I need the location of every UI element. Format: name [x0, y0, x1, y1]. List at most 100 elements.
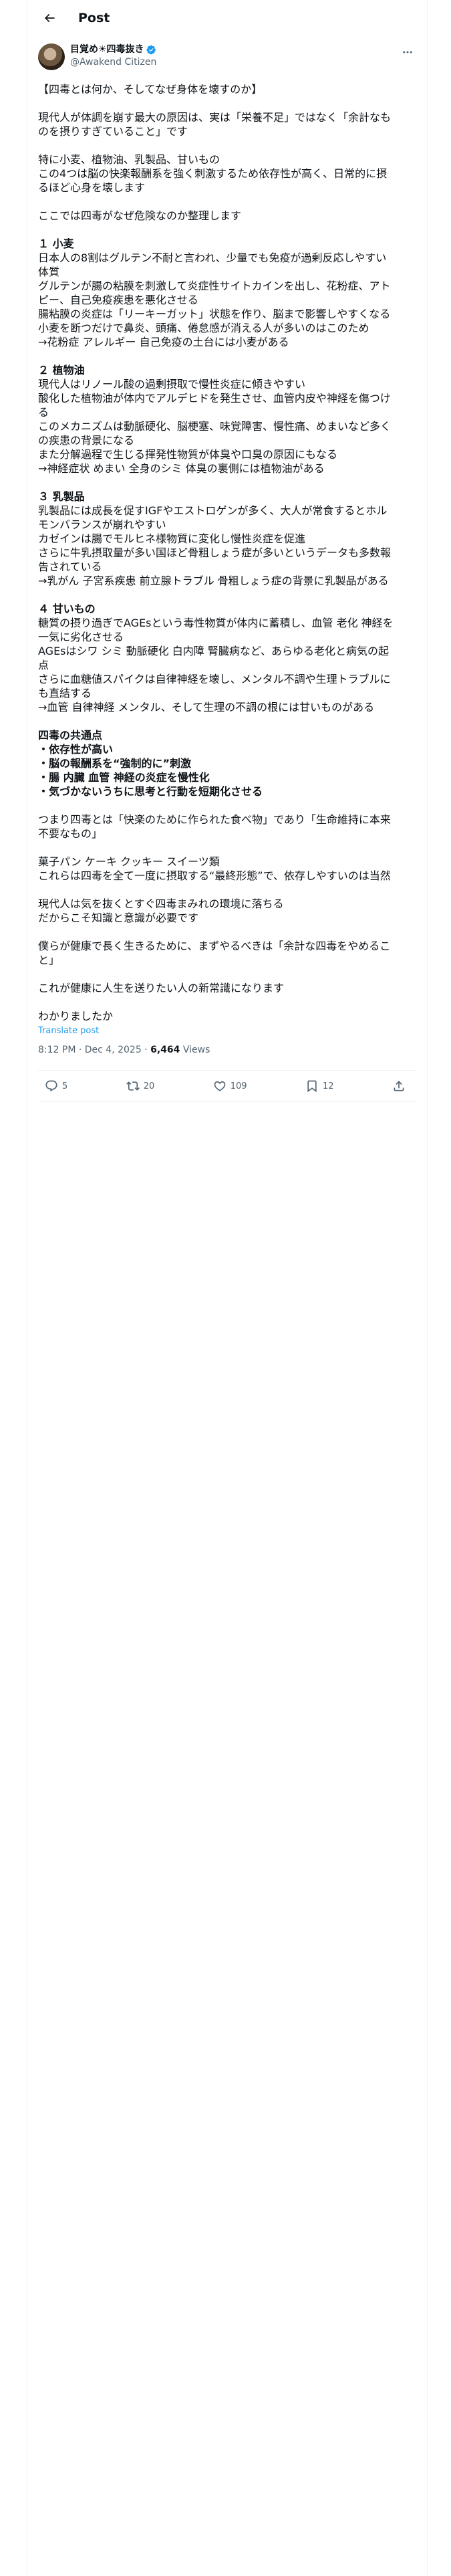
back-arrow-icon [44, 13, 55, 22]
post-text-line: また分解過程で生じる揮発性物質が体臭や口臭の原因にもなる [38, 448, 338, 461]
post-text-line [38, 925, 416, 939]
views-count: 6,464 [150, 1045, 180, 1055]
author-info: 目覚め☀︎四毒抜き @Awakend Citizen [70, 43, 399, 69]
share-button[interactable] [392, 1079, 410, 1093]
post-heading-line: ・気づかないうちに思考と行動を短期化させる [38, 785, 263, 798]
verified-badge-icon [146, 45, 156, 55]
back-button[interactable] [38, 7, 61, 29]
post-text-line [38, 96, 416, 110]
post-heading-line: １ 小麦 [38, 237, 74, 250]
post-text-line: 特に小麦、植物油、乳製品、甘いもの [38, 153, 220, 166]
post-text-line: の疾患の背景になる [38, 434, 135, 447]
post-meta: 8:12 PM · Dec 4, 2025 · 6,464 Views [27, 1038, 427, 1061]
post-text-line [38, 195, 416, 209]
author-row: 目覚め☀︎四毒抜き @Awakend Citizen [27, 35, 427, 77]
post-text-line: ピー、自己免疫疾患を悪化させる [38, 294, 198, 306]
post-text-line: 点 [38, 659, 49, 671]
bookmark-count: 12 [322, 1081, 334, 1091]
translate-post-link[interactable]: Translate post [27, 1023, 427, 1038]
bookmark-icon [307, 1080, 317, 1093]
reply-count: 5 [62, 1081, 68, 1091]
like-icon [214, 1081, 226, 1091]
post-text-line [38, 475, 416, 490]
post-heading-line: ２ 植物油 [38, 364, 85, 377]
post-text-line: グルテンが腸の粘膜を刺激して炎症性サイトカインを出し、花粉症、アト [38, 280, 391, 292]
post-heading-line: ・脳の報酬系を“強制的に”刺激 [38, 757, 192, 770]
post-heading-line: ４ 甘いもの [38, 603, 96, 615]
post-text-line: るほど心身を壊します [38, 181, 146, 194]
display-name-line: 目覚め☀︎四毒抜き [70, 43, 399, 56]
post-text-line: 【四毒とは何か、そしてなぜ身体を壊すのか】 [38, 83, 263, 96]
post-text-line: わかりましたか [38, 1010, 114, 1023]
post-text-line: →血管 自律神経 メンタル、そして生理の不調の根には甘いものがある [38, 701, 375, 714]
post-heading-line: ・依存性が高い [38, 743, 114, 756]
post-text-line: 腸粘膜の炎症は「リーキーガット」状態を作り、脳まで影響しやすくなる [38, 308, 391, 320]
repost-button[interactable]: 20 [126, 1079, 155, 1093]
share-icon [394, 1081, 404, 1091]
post-text-line: 小麦を断つだけで鼻炎、頭痛、倦怠感が消える人が多いのはこのため [38, 322, 369, 334]
post-text-line: だからこそ知識と意識が必要です [38, 911, 199, 924]
post-text-line [38, 714, 416, 728]
post-text-line [38, 588, 416, 602]
post-timestamp[interactable]: 8:12 PM · Dec 4, 2025 · [38, 1045, 150, 1055]
post-heading-line: ・腸 内臓 血管 神経の炎症を慢性化 [38, 771, 210, 784]
post-text-line: 乳製品には成長を促すIGFやエストロゲンが多く、大人が常食するとホル [38, 504, 388, 517]
post-text-line: る [38, 406, 49, 419]
post-text-line: モンバランスが崩れやすい [38, 518, 166, 531]
post-text-line: つまり四毒とは「快楽のために作られた食べ物」であり「生命維持に本来 [38, 813, 391, 826]
post-text-line: さらに血糖値スパイクは自律神経を壊し、メンタル不調や生理トラブルに [38, 673, 391, 685]
post-text-line: ここでは四毒がなぜ危険なのか整理します [38, 209, 242, 222]
avatar[interactable] [38, 43, 65, 70]
post-text-line: 現代人はリノール酸の過剰摂取で慢性炎症に傾きやすい [38, 378, 306, 391]
post-text-line [38, 995, 416, 1009]
post-text-line [38, 883, 416, 897]
post-text-line: 現代人は気を抜くとすぐ四毒まみれの環境に落ちる [38, 897, 284, 910]
post-text-line: AGEsはシワ シミ 動脈硬化 白内障 腎臓病など、あらゆる老化と病気の起 [38, 645, 390, 657]
reply-button[interactable]: 5 [45, 1079, 67, 1093]
post-text-line: のを摂りすぎていること」です [38, 125, 188, 138]
post-text-line: 僕らが健康で長く生きるために、まずやるべきは「余計な四毒をやめるこ [38, 940, 391, 952]
post-text-line: 告されている [38, 560, 102, 573]
post-text-line: 不要なもの」 [38, 827, 103, 840]
post-text-line: さらに牛乳摂取量が多い国ほど骨粗しょう症が多いというデータも多数報 [38, 546, 392, 559]
page-header: Post [27, 0, 427, 35]
post-heading-line: ３ 乳製品 [38, 490, 85, 503]
post-text-line: カゼインは腸でモルヒネ様物質に変化し慢性炎症を促進 [38, 532, 306, 545]
author-handle[interactable]: @Awakend Citizen [70, 56, 399, 69]
like-button[interactable]: 109 [213, 1079, 247, 1093]
display-name[interactable]: 目覚め☀︎四毒抜き [70, 43, 144, 56]
action-bar: 5 20 109 12 [38, 1070, 416, 1102]
repost-icon [126, 1081, 140, 1091]
page-title: Post [78, 10, 110, 25]
post-text-line: このメカニズムは動脈硬化、脳梗塞、味覚障害、慢性痛、めまいなど多く [38, 420, 392, 433]
post-text-line [38, 138, 416, 152]
post-text-line: →神経症状 めまい 全身のシミ 体臭の裏側には植物油がある [38, 462, 325, 475]
post-text-line: この4つは脳の快楽報酬系を強く刺激するため依存性が高く、日常的に摂 [38, 167, 388, 180]
post-text-line: と」 [38, 954, 60, 966]
repost-count: 20 [143, 1081, 155, 1091]
post-text-line: 日本人の8割はグルテン不耐と言われ、少量でも免疫が過剰反応しやすい [38, 251, 387, 264]
more-icon [403, 51, 412, 53]
post-text-line: 現代人が体調を崩す最大の原因は、実は「栄養不足」ではなく「余計なも [38, 111, 392, 124]
post-text-line: 体質 [38, 265, 60, 278]
post-heading-line: 四毒の共通点 [38, 729, 103, 742]
post-text-line [38, 798, 416, 813]
post-text-line [38, 349, 416, 363]
post-text-line: これが健康に人生を送りたい人の新常識になります [38, 982, 285, 994]
views-label: Views [180, 1045, 210, 1055]
post-text-line: →乳がん 子宮系疾患 前立腺トラブル 骨粗しょう症の背景に乳製品がある [38, 574, 389, 587]
more-options-button[interactable] [399, 43, 416, 61]
bookmark-button[interactable]: 12 [305, 1079, 334, 1093]
post-text-line: 糖質の摂り過ぎでAGEsという毒性物質が体内に蓄積し、血管 老化 神経を [38, 617, 394, 629]
post-text-line: 菓子パン ケーキ クッキー スイーツ類 [38, 855, 220, 868]
post-column: Post 目覚め☀︎四毒抜き @Awakend Citizen 【四毒とは何か、… [27, 0, 428, 2576]
post-text-line [38, 841, 416, 855]
post-text-line [38, 967, 416, 981]
post-text-line: これらは四毒を全て一度に摂取する“最終形態”で、依存しやすいのは当然 [38, 869, 391, 882]
post-text-line: →花粉症 アレルギー 自己免疫の土台には小麦がある [38, 336, 289, 348]
post-text-line: 一気に劣化させる [38, 631, 124, 643]
post-text-line [38, 223, 416, 237]
post-text-line: 酸化した植物油が体内でアルデヒドを発生させ、血管内皮や神経を傷つけ [38, 392, 391, 405]
like-count: 109 [230, 1081, 247, 1091]
post-text-line: も直結する [38, 687, 92, 700]
